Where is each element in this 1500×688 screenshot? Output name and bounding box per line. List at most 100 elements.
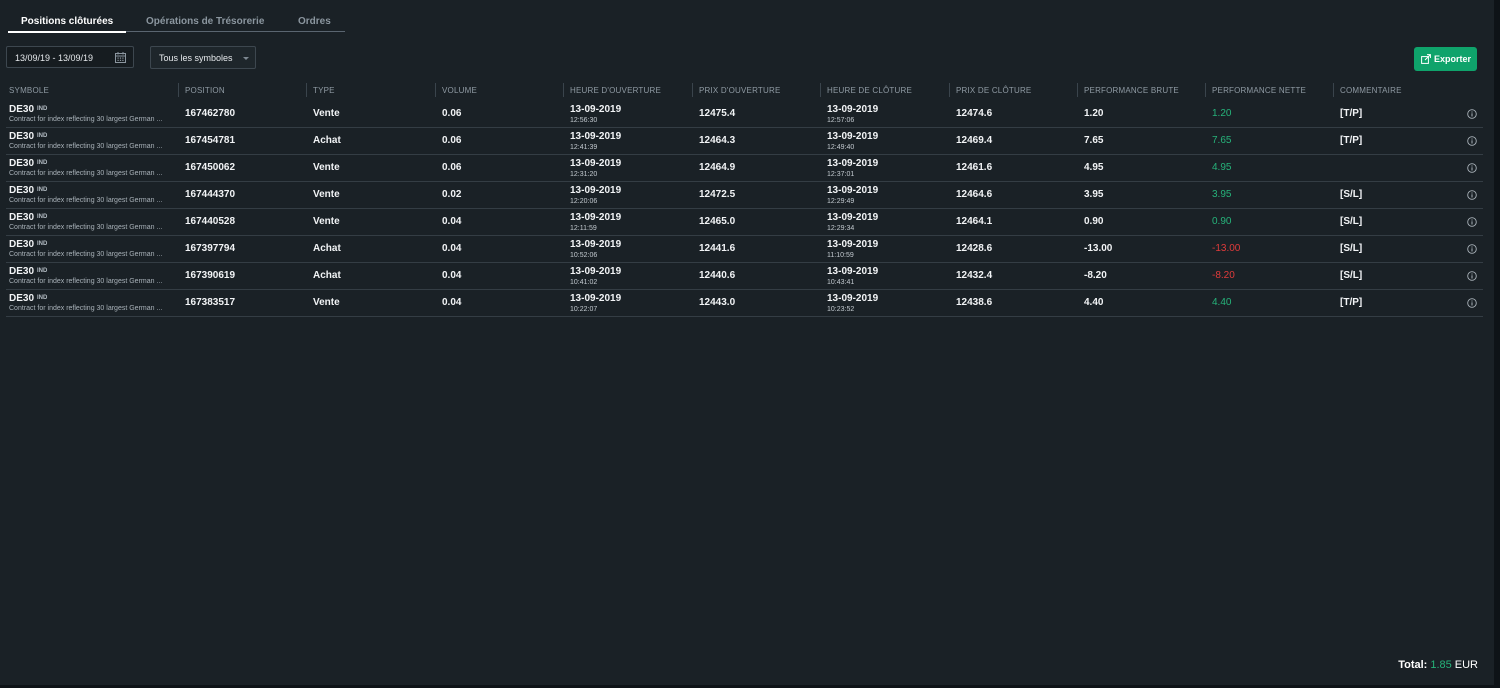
close-price: 12469.4: [956, 135, 993, 146]
symbol-name: DE30: [9, 185, 35, 196]
info-icon[interactable]: [1467, 136, 1477, 146]
symbol-description: Contract for index reflecting 30 largest…: [9, 278, 163, 285]
volume: 0.06: [442, 108, 462, 119]
info-icon[interactable]: [1467, 190, 1477, 200]
col-header-symbol[interactable]: SYMBOLE: [9, 86, 49, 95]
col-header-close-time[interactable]: HEURE DE CLÔTURE: [827, 86, 912, 95]
column-divider[interactable]: [1205, 83, 1206, 97]
symbol-description: Contract for index reflecting 30 largest…: [9, 224, 163, 231]
open-time: 12:56:30: [570, 117, 598, 124]
info-icon[interactable]: [1467, 298, 1477, 308]
col-header-comment[interactable]: COMMENTAIRE: [1340, 86, 1402, 95]
table-row[interactable]: DE30 IND Contract for index reflecting 30…: [6, 209, 1483, 236]
gross-performance: 4.95: [1084, 162, 1104, 173]
comment: [S/L]: [1340, 270, 1363, 281]
symbol-tag: IND: [37, 160, 48, 166]
export-button[interactable]: Exporter: [1414, 47, 1477, 71]
symbol-name: DE30: [9, 104, 35, 115]
col-header-position[interactable]: POSITION: [185, 86, 225, 95]
trade-type: Vente: [313, 216, 340, 227]
symbol-name: DE30: [9, 158, 35, 169]
close-time: 12:57:06: [827, 117, 855, 124]
col-header-volume[interactable]: VOLUME: [442, 86, 477, 95]
table-row[interactable]: DE30 IND Contract for index reflecting 30…: [6, 101, 1483, 128]
symbol-description: Contract for index reflecting 30 largest…: [9, 143, 163, 150]
symbol-description: Contract for index reflecting 30 largest…: [9, 170, 163, 177]
table-header: SYMBOLE POSITION TYPE VOLUME HEURE D'OUV…: [6, 82, 1483, 100]
column-divider[interactable]: [306, 83, 307, 97]
net-performance: 3.95: [1212, 189, 1232, 200]
column-divider[interactable]: [1077, 83, 1078, 97]
position-id: 167450062: [185, 162, 236, 173]
table-row[interactable]: DE30 IND Contract for index reflecting 30…: [6, 236, 1483, 263]
info-icon[interactable]: [1467, 163, 1477, 173]
volume: 0.04: [442, 270, 462, 281]
col-header-open-price[interactable]: PRIX D'OUVERTURE: [699, 86, 780, 95]
comment: [T/P]: [1340, 297, 1363, 308]
net-performance: 1.20: [1212, 108, 1232, 119]
position-id: 167397794: [185, 243, 236, 254]
positions-table-body: DE30 IND Contract for index reflecting 30…: [6, 101, 1483, 317]
info-icon[interactable]: [1467, 244, 1477, 254]
volume: 0.04: [442, 297, 462, 308]
symbol-tag: IND: [37, 133, 48, 139]
symbol-description: Contract for index reflecting 30 largest…: [9, 305, 163, 312]
net-performance: 0.90: [1212, 216, 1232, 227]
open-date: 13-09-2019: [570, 104, 622, 115]
panel-edge: [1494, 0, 1500, 688]
symbol-tag: IND: [37, 106, 48, 112]
col-header-gross-performance[interactable]: PERFORMANCE BRUTE: [1084, 86, 1179, 95]
info-icon[interactable]: [1467, 217, 1477, 227]
table-row[interactable]: DE30 IND Contract for index reflecting 30…: [6, 128, 1483, 155]
symbol-name: DE30: [9, 212, 35, 223]
symbol-tag: IND: [37, 241, 48, 247]
column-divider[interactable]: [178, 83, 179, 97]
column-divider[interactable]: [435, 83, 436, 97]
tab-treasury-operations[interactable]: Opérations de Trésorerie: [146, 16, 264, 27]
symbol-name: DE30: [9, 131, 35, 142]
calendar-icon[interactable]: [115, 52, 126, 63]
open-time: 12:41:39: [570, 144, 598, 151]
position-id: 167383517: [185, 297, 236, 308]
symbol-name: DE30: [9, 293, 35, 304]
col-header-type[interactable]: TYPE: [313, 86, 335, 95]
net-performance: 7.65: [1212, 135, 1232, 146]
column-divider[interactable]: [692, 83, 693, 97]
date-range-value: 13/09/19 - 13/09/19: [15, 53, 94, 63]
symbol-name: DE30: [9, 266, 35, 277]
volume: 0.02: [442, 189, 462, 200]
export-button-label: Exporter: [1434, 54, 1472, 64]
close-time: 12:49:40: [827, 144, 855, 151]
symbol-description: Contract for index reflecting 30 largest…: [9, 116, 163, 123]
tab-closed-positions[interactable]: Positions clôturées: [7, 16, 127, 33]
table-row[interactable]: DE30 IND Contract for index reflecting 30…: [6, 263, 1483, 290]
open-time: 12:31:20: [570, 171, 598, 178]
table-row[interactable]: DE30 IND Contract for index reflecting 30…: [6, 182, 1483, 209]
info-icon[interactable]: [1467, 109, 1477, 119]
open-price: 12441.6: [699, 243, 736, 254]
close-date: 13-09-2019: [827, 131, 879, 142]
tab-orders[interactable]: Ordres: [298, 16, 331, 27]
trade-type: Achat: [313, 243, 341, 254]
info-icon[interactable]: [1467, 271, 1477, 281]
col-header-close-price[interactable]: PRIX DE CLÔTURE: [956, 86, 1031, 95]
open-price: 12475.4: [699, 108, 736, 119]
symbol-select[interactable]: Tous les symboles: [150, 46, 256, 69]
table-row[interactable]: DE30 IND Contract for index reflecting 30…: [6, 155, 1483, 182]
open-price: 12443.0: [699, 297, 736, 308]
column-divider[interactable]: [563, 83, 564, 97]
net-performance: -13.00: [1212, 243, 1241, 254]
gross-performance: 1.20: [1084, 108, 1104, 119]
col-header-open-time[interactable]: HEURE D'OUVERTURE: [570, 86, 661, 95]
trade-type: Vente: [313, 108, 340, 119]
column-divider[interactable]: [949, 83, 950, 97]
column-divider[interactable]: [1333, 83, 1334, 97]
close-date: 13-09-2019: [827, 212, 879, 223]
symbol-tag: IND: [37, 187, 48, 193]
table-row[interactable]: DE30 IND Contract for index reflecting 30…: [6, 290, 1483, 317]
column-divider[interactable]: [820, 83, 821, 97]
total-currency: EUR: [1454, 659, 1478, 671]
gross-performance: 3.95: [1084, 189, 1104, 200]
col-header-net-performance[interactable]: PERFORMANCE NETTE: [1212, 86, 1306, 95]
date-range-picker[interactable]: 13/09/19 - 13/09/19: [6, 46, 134, 68]
